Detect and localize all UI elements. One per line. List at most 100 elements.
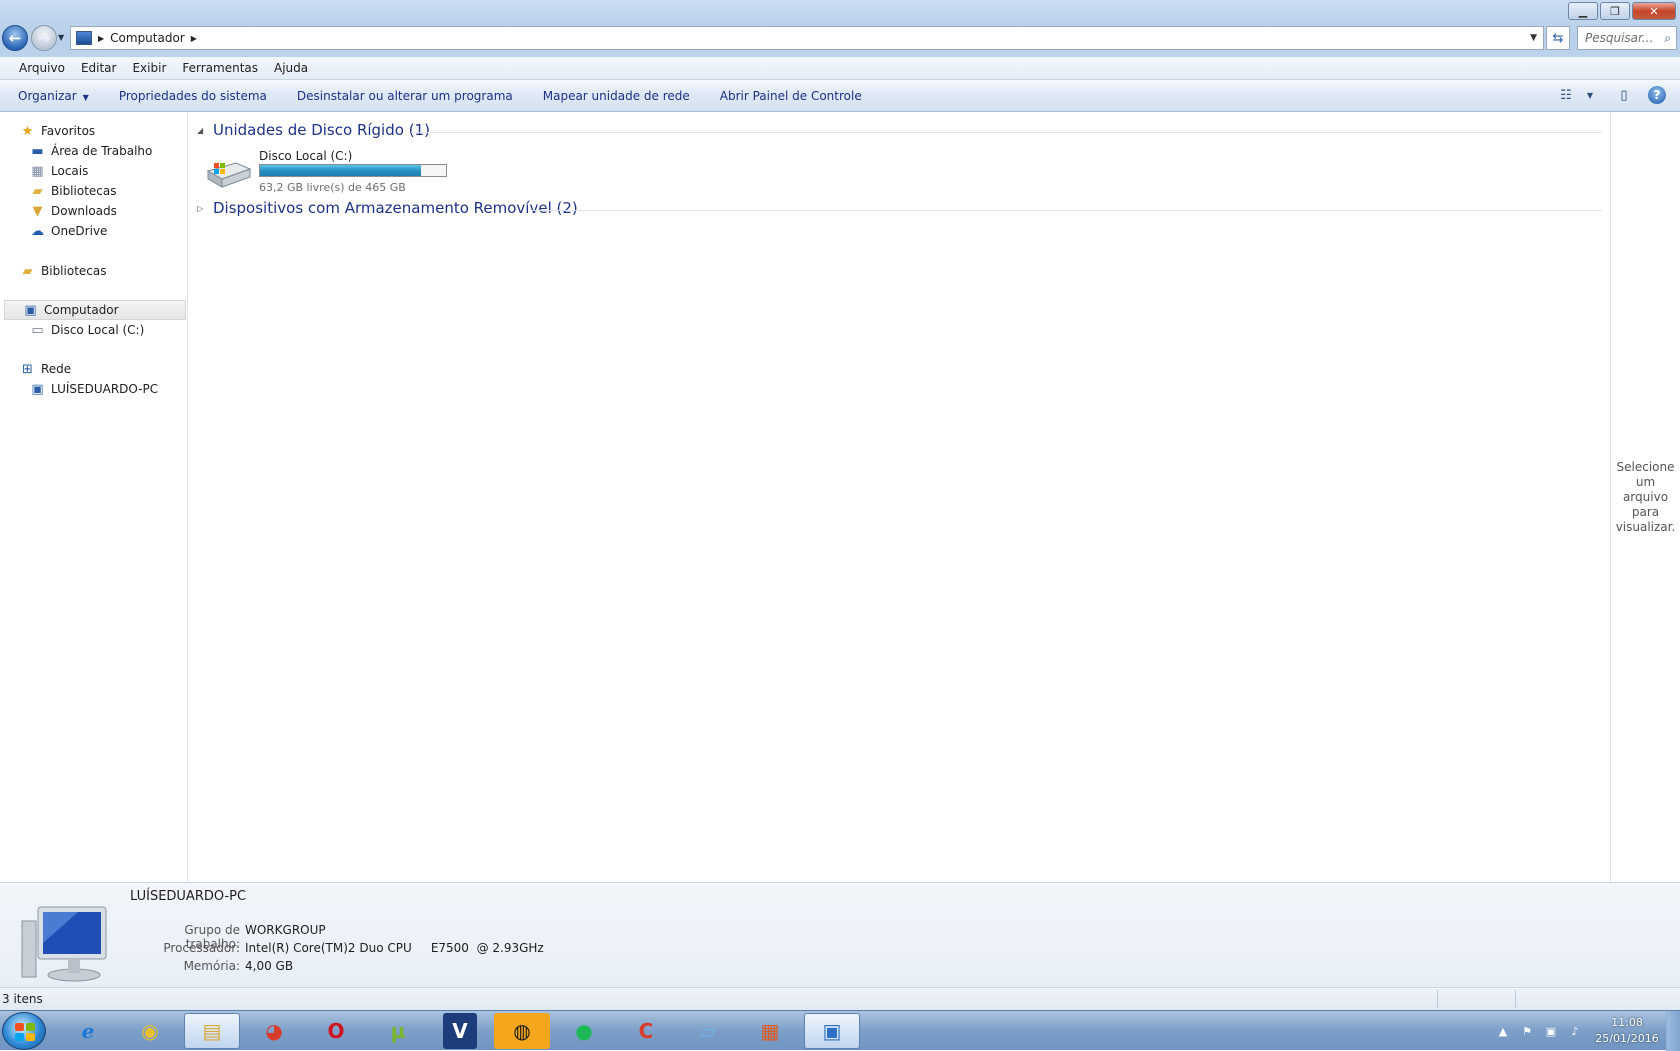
breadcrumb-separator-icon[interactable]: ▶ [98, 34, 104, 43]
navigation-pane: ★ Favoritos ▬ Área de Trabalho ▦ Locais ▰ Bi… [0, 112, 188, 882]
search-placeholder: Pesquisar... [1585, 31, 1654, 45]
view-options-chevron-icon[interactable]: ▼ [1580, 86, 1600, 104]
computer-icon: ▣ [24, 302, 37, 318]
drive-usage-fill [260, 165, 421, 176]
breadcrumb-chevron-icon[interactable]: ▶ [191, 34, 197, 43]
nav-onedrive-label: OneDrive [51, 224, 108, 238]
nav-network[interactable]: ⊞ Rede [19, 359, 71, 379]
processor-value: Intel(R) Core(TM)2 Duo CPU E7500 @ 2.93G… [245, 941, 544, 955]
dvd-player-icon[interactable]: ◉ [122, 1013, 178, 1049]
nav-locais[interactable]: ▦ Locais [29, 161, 88, 181]
back-button[interactable]: ← [2, 25, 28, 51]
clock-date: 25/01/2016 [1595, 1032, 1659, 1045]
nav-bibliotecas-fav[interactable]: ▰ Bibliotecas [29, 181, 117, 201]
status-bar: 3 itens [0, 987, 1680, 1010]
computer-name: LUÍSEDUARDO-PC [130, 889, 247, 904]
chevron-down-icon: ▼ [82, 92, 89, 102]
menu-editar[interactable]: Editar [81, 61, 117, 75]
show-hidden-icons-icon[interactable]: ▲ [1492, 1025, 1514, 1038]
action-center-flag-icon[interactable]: ⚑ [1516, 1025, 1538, 1038]
clock-time: 11:08 [1611, 1016, 1643, 1029]
help-icon[interactable]: ? [1648, 86, 1666, 104]
volume-icon[interactable]: ♪ [1564, 1025, 1586, 1038]
system-properties-button[interactable]: Propriedades do sistema [119, 89, 267, 103]
game-app-icon[interactable]: ◍ [494, 1013, 550, 1049]
search-input[interactable]: Pesquisar... ⌕ [1577, 26, 1677, 50]
cloud-icon: ☁ [31, 223, 44, 239]
library-folder-icon: ▰ [32, 183, 43, 199]
close-button[interactable]: ✕ [1632, 2, 1676, 20]
menu-exibir[interactable]: Exibir [132, 61, 166, 75]
group-divider [411, 132, 1602, 133]
nav-computer[interactable]: ▣ Computador [4, 300, 186, 320]
spotify-icon[interactable]: ● [556, 1013, 612, 1049]
title-bar: ▁ ❐ ✕ ← → ▼ ▶ Computador ▶ ▼ ⇆ Pesquisar… [0, 0, 1680, 57]
recent-pages-dropdown[interactable]: ▼ [58, 33, 64, 42]
nav-libraries-label: Bibliotecas [41, 264, 107, 278]
view-controls: ☷ ▼ ▯ ? [1542, 86, 1666, 104]
minimize-button[interactable]: ▁ [1568, 2, 1598, 20]
file-explorer-icon[interactable]: ▤ [184, 1013, 240, 1049]
organize-button[interactable]: Organizar ▼ [18, 89, 89, 103]
uninstall-program-button[interactable]: Desinstalar ou alterar um programa [297, 89, 513, 103]
restore-button[interactable]: ❐ [1600, 2, 1630, 20]
command-bar: Organizar ▼ Propriedades do sistema Desin… [0, 80, 1680, 112]
change-view-icon[interactable]: ☷ [1556, 86, 1576, 104]
computer-icon [76, 31, 92, 45]
menu-ajuda[interactable]: Ajuda [274, 61, 308, 75]
recent-places-icon: ▦ [31, 163, 44, 179]
address-bar[interactable]: ▶ Computador ▶ ▼ [70, 26, 1544, 50]
nav-locais-label: Locais [51, 164, 89, 178]
breadcrumb-computer[interactable]: Computador [110, 31, 185, 45]
show-desktop-button[interactable] [1666, 1011, 1680, 1051]
drive-name: Disco Local (C:) [259, 149, 353, 163]
preview-hint: Selecione um arquivo para visualizar. [1615, 459, 1676, 534]
nav-network-pc-label: LUÍSEDUARDO-PC [51, 382, 159, 396]
nav-onedrive[interactable]: ☁ OneDrive [29, 221, 107, 241]
nav-favorites-label: Favoritos [41, 124, 96, 138]
nav-local-disk[interactable]: ▭ Disco Local (C:) [29, 320, 144, 340]
opera-icon[interactable]: O [308, 1013, 364, 1049]
nav-downloads[interactable]: ▼ Downloads [29, 201, 117, 221]
menu-arquivo[interactable]: Arquivo [19, 61, 65, 75]
ccleaner-icon[interactable]: C [618, 1013, 674, 1049]
clock[interactable]: 11:08 25/01/2016 [1588, 1015, 1666, 1047]
start-button[interactable] [2, 1012, 46, 1050]
search-icon[interactable]: ⌕ [1664, 31, 1671, 46]
utorrent-icon[interactable]: µ [370, 1013, 426, 1049]
hard-drive-icon: ▭ [31, 322, 44, 338]
group-removable[interactable]: ▷ Dispositivos com Armazenamento Removív… [197, 199, 1602, 217]
nav-computer-label: Computador [44, 303, 119, 317]
vegas-icon[interactable]: V [443, 1013, 477, 1049]
open-control-panel-button[interactable]: Abrir Painel de Controle [720, 89, 862, 103]
window-controls: ▁ ❐ ✕ [1566, 2, 1676, 20]
processor-label: Processador: [163, 941, 240, 955]
address-dropdown-icon[interactable]: ▼ [1530, 33, 1537, 43]
chrome-icon[interactable]: ◕ [246, 1013, 302, 1049]
nav-desktop-label: Área de Trabalho [51, 144, 153, 158]
nav-favorites[interactable]: ★ Favoritos [19, 121, 96, 141]
details-pane: LUÍSEDUARDO-PC Grupo de trabalho: WORKGR… [0, 882, 1680, 987]
nav-libraries[interactable]: ▰ Bibliotecas [19, 261, 107, 281]
computer-icon [21, 906, 107, 982]
notepad-icon[interactable]: ▱ [680, 1013, 736, 1049]
avg-icon[interactable]: ▦ [742, 1013, 798, 1049]
network-tray-icon[interactable]: ▣ [1540, 1025, 1562, 1038]
explorer-window: ▁ ❐ ✕ ← → ▼ ▶ Computador ▶ ▼ ⇆ Pesquisar… [0, 0, 1680, 1010]
expand-triangle-icon[interactable]: ▷ [197, 204, 205, 213]
control-panel-icon[interactable]: ▣ [804, 1013, 860, 1049]
internet-explorer-icon[interactable]: e [60, 1013, 116, 1049]
menu-ferramentas[interactable]: Ferramentas [182, 61, 258, 75]
map-network-drive-button[interactable]: Mapear unidade de rede [543, 89, 690, 103]
collapse-triangle-icon[interactable]: ◢ [197, 126, 205, 135]
group-hard-drives-label: Unidades de Disco Rígido (1) [213, 121, 430, 139]
forward-button[interactable]: → [31, 25, 57, 51]
refresh-button[interactable]: ⇆ [1546, 26, 1570, 50]
nav-local-disk-label: Disco Local (C:) [51, 323, 145, 337]
nav-network-pc[interactable]: ▣ LUÍSEDUARDO-PC [29, 379, 158, 399]
system-tray: ▲ ⚑ ▣ ♪ 11:08 25/01/2016 [1492, 1011, 1680, 1051]
nav-desktop[interactable]: ▬ Área de Trabalho [29, 141, 152, 161]
preview-pane-icon[interactable]: ▯ [1614, 86, 1634, 104]
drive-usage-bar [259, 164, 447, 177]
group-hard-drives[interactable]: ◢ Unidades de Disco Rígido (1) [197, 121, 1602, 139]
